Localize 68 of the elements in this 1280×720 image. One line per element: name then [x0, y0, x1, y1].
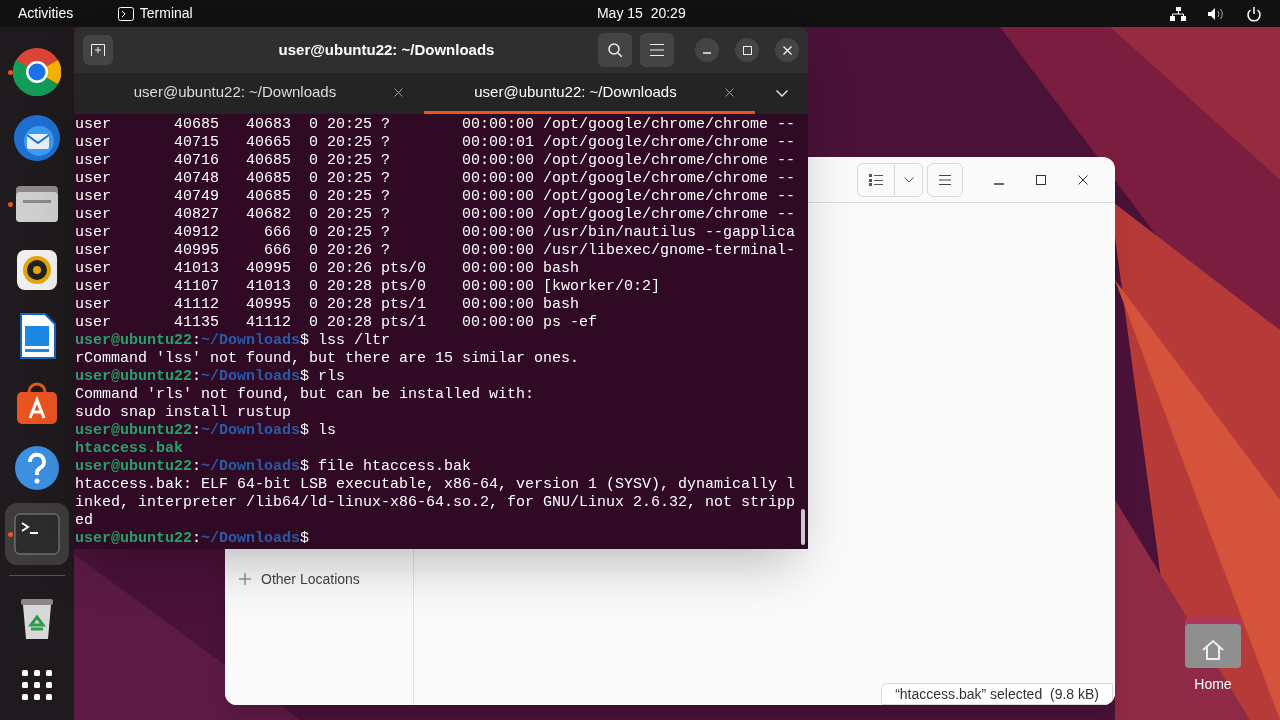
sidebar-item[interactable]: Other Locations: [225, 565, 413, 593]
chevron-down-icon: [903, 176, 914, 183]
search-button[interactable]: [598, 33, 632, 67]
search-icon: [608, 43, 622, 57]
power-icon: [1246, 5, 1262, 22]
terminal-line: rCommand 'lss' not found, but there are 15 similar ones.: [75, 350, 581, 368]
close-button[interactable]: [775, 38, 799, 62]
minimize-icon: [994, 182, 1004, 185]
menu-icon: [650, 44, 664, 56]
terminal-line: inked, interpreter /lib64/ld-linux-x86-64.so.2, for GNU/Linux 2.6.32, not stripp: [75, 494, 797, 512]
close-icon: [782, 45, 792, 55]
terminal-line: user 40715 40665 0 20:25 ? 00:00:01 /opt/google/chrome/chrome --: [75, 134, 797, 152]
menu-icon: [939, 174, 951, 185]
desktop-icon-label[interactable]: Home: [1194, 674, 1232, 695]
terminal-line: user@ubuntu22:~/Downloads$ lss /ltr: [75, 332, 392, 350]
maximize-icon: [742, 45, 752, 55]
minimize-icon: [703, 52, 711, 54]
close-icon: [393, 87, 403, 97]
terminal-line: user@ubuntu22:~/Downloads$ ls: [75, 422, 338, 440]
app-menu[interactable]: Terminal: [117, 3, 597, 24]
terminal-tab[interactable]: user@ubuntu22: ~/Downloads: [74, 73, 424, 114]
terminal-line: user@ubuntu22:~/Downloads$ rls: [75, 368, 347, 386]
new-tab-icon: [91, 44, 105, 56]
terminal-line: user 41112 40995 0 20:28 pts/1 00:00:00 bash: [75, 296, 581, 314]
minimize-button[interactable]: [695, 38, 719, 62]
maximize-button[interactable]: [735, 38, 759, 62]
terminal-line: htaccess.bak: ELF 64-bit LSB executable, x86-64, version 1 (SYSV), dynamically l: [75, 476, 797, 494]
terminal-line: user 40912 666 0 20:25 ? 00:00:00 /usr/bin/nautilus --gapplica: [75, 224, 797, 242]
terminal-line: user@ubuntu22:~/Downloads$: [75, 530, 311, 548]
terminal-line: user 40827 40682 0 20:25 ? 00:00:00 /opt/google/chrome/chrome --: [75, 206, 797, 224]
folder-icon: [1184, 616, 1242, 668]
terminal-line: ed: [75, 512, 94, 530]
terminal-line: Command 'rls' not found, but can be installed with:: [75, 386, 536, 404]
terminal-line: user 40995 666 0 20:26 ? 00:00:00 /usr/libexec/gnome-terminal-: [75, 242, 797, 260]
running-indicator: [8, 70, 13, 75]
terminal-line: user 41107 41013 0 20:28 pts/0 00:00:00 [kworker/0:2]: [75, 278, 662, 296]
maximize-icon: [1036, 174, 1046, 185]
new-tab-button[interactable]: [83, 35, 113, 65]
terminal-line: user 40716 40685 0 20:25 ? 00:00:00 /opt/google/chrome/chrome --: [75, 152, 797, 170]
terminal-line: user@ubuntu22:~/Downloads$ file htaccess.bak: [75, 458, 473, 476]
list-icon: [869, 173, 883, 186]
terminal-line: user 40749 40685 0 20:25 ? 00:00:00 /opt/google/chrome/chrome --: [75, 188, 797, 206]
terminal-icon: [13, 510, 61, 558]
terminal-tab[interactable]: user@ubuntu22: ~/Downloads: [424, 73, 755, 114]
plus-icon: [239, 573, 251, 585]
chevron-down-icon: [775, 90, 788, 97]
status-bubble: “htaccess.bak” selected (9.8 kB): [881, 683, 1113, 705]
scrollbar[interactable]: [801, 509, 805, 545]
terminal-line: htaccess.bak: [75, 440, 185, 458]
running-indicator: [8, 202, 13, 207]
window-title: user@ubuntu22: ~/Downloads: [277, 39, 496, 60]
terminal-line: sudo snap install rustup: [75, 404, 293, 422]
terminal-line: user 40685 40683 0 20:25 ? 00:00:00 /opt/google/chrome/chrome --: [75, 116, 797, 134]
close-icon: [724, 87, 734, 97]
mail-icon: [13, 114, 61, 162]
terminal-icon: [117, 6, 134, 21]
browser-icon: [13, 48, 61, 96]
terminal-line: user 40748 40685 0 20:25 ? 00:00:00 /opt/google/chrome/chrome --: [75, 170, 797, 188]
menu-button[interactable]: [640, 33, 674, 67]
close-icon: [1078, 174, 1088, 185]
activities-button[interactable]: Activities: [18, 3, 118, 24]
network-icon: [1170, 6, 1186, 21]
volume-icon: [1208, 6, 1224, 21]
terminal-line: user 41135 41112 0 20:28 pts/1 00:00:00 ps -ef: [75, 314, 599, 332]
clock[interactable]: May 15 20:29: [596, 3, 1116, 24]
running-indicator: [8, 532, 13, 537]
help-icon: [13, 444, 61, 492]
terminal-line: user 41013 40995 0 20:26 pts/0 00:00:00 bash: [75, 260, 581, 278]
